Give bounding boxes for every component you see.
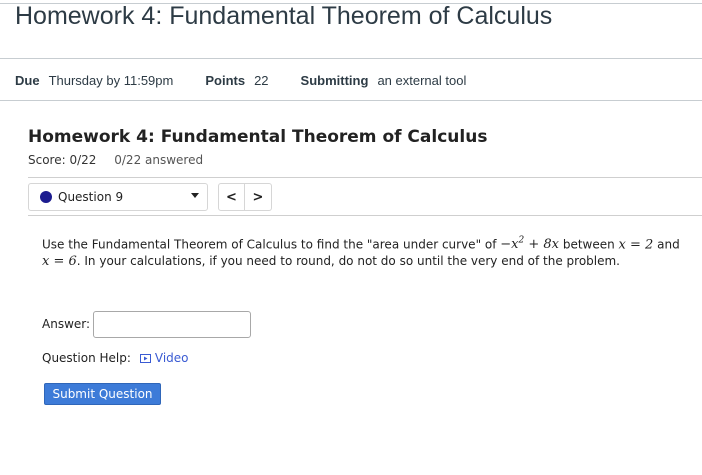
answer-input[interactable] <box>93 311 251 338</box>
question-text-1: Use the Fundamental Theorem of Calculus … <box>42 237 501 252</box>
score-text: Score: 0/22 <box>28 153 97 167</box>
question-selector[interactable]: Question 9 <box>28 183 208 211</box>
submitting-value: an external tool <box>377 73 467 88</box>
answer-label: Answer: <box>42 317 91 331</box>
video-help-label: Video <box>154 351 189 365</box>
points-detail: Points 22 <box>205 73 268 88</box>
page-title: Homework 4: Fundamental Theorem of Calcu… <box>15 2 553 30</box>
question-status-dot <box>40 191 52 203</box>
question-help-label: Question Help: <box>42 351 131 365</box>
points-label: Points <box>205 73 246 88</box>
due-label: Due <box>15 73 40 88</box>
previous-question-button[interactable]: < <box>218 183 245 211</box>
question-text-2: between <box>559 237 619 252</box>
play-video-icon <box>139 353 151 363</box>
function-expression: −x2 + 8x <box>500 236 560 253</box>
dropdown-arrow-icon <box>191 193 199 198</box>
lower-bound: x = 2 <box>618 237 654 253</box>
details-divider <box>0 100 702 101</box>
question-divider <box>28 215 702 216</box>
assignment-details: Due Thursday by 11:59pm Points 22 Submit… <box>15 73 498 88</box>
submitting-label: Submitting <box>300 73 369 88</box>
score-divider <box>28 177 702 178</box>
points-value: 22 <box>254 73 269 88</box>
video-help-link[interactable]: Video <box>139 351 189 365</box>
next-question-button[interactable]: > <box>245 183 272 211</box>
upper-bound: x = 6 <box>42 254 77 270</box>
score-line: Score: 0/22 0/22 answered <box>28 153 203 167</box>
submit-question-button[interactable]: Submit Question <box>44 383 161 405</box>
question-text-4: . In your calculations, if you need to r… <box>76 254 620 269</box>
due-value: Thursday by 11:59pm <box>48 73 174 88</box>
submitting-detail: Submitting an external tool <box>301 73 467 88</box>
question-selector-label: Question 9 <box>58 190 124 204</box>
answered-count: 0/22 answered <box>114 153 204 167</box>
question-help: Question Help: Video <box>42 351 189 365</box>
homework-title: Homework 4: Fundamental Theorem of Calcu… <box>28 127 488 147</box>
question-text-3: and <box>653 237 680 252</box>
due-detail: Due Thursday by 11:59pm <box>15 73 173 88</box>
title-divider <box>0 58 702 59</box>
question-text: Use the Fundamental Theorem of Calculus … <box>42 233 682 270</box>
